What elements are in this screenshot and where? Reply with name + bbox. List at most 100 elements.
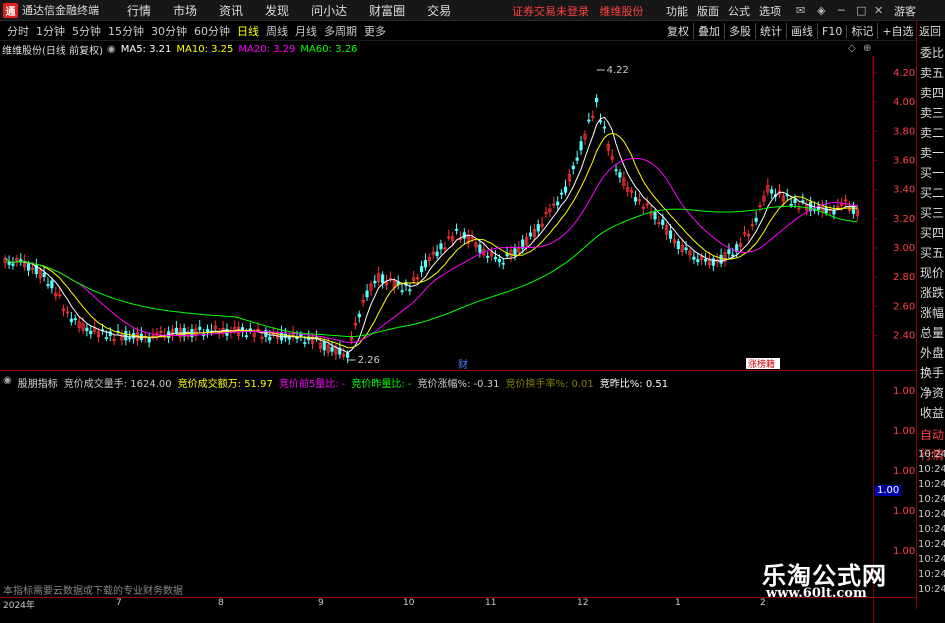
period-more[interactable]: 更多 <box>364 23 386 39</box>
date-label: 1 <box>675 598 681 608</box>
menu-discover[interactable]: 发现 <box>265 2 289 19</box>
settings-icon[interactable]: ◉ <box>107 44 116 55</box>
period-60min[interactable]: 60分钟 <box>194 23 230 39</box>
date-label: 11 <box>485 598 497 608</box>
candle-body <box>69 318 73 323</box>
candle-body <box>692 256 696 260</box>
candle-body <box>478 244 482 253</box>
menu-function[interactable]: 功能 <box>666 3 688 19</box>
period-tick[interactable]: 分时 <box>7 23 29 39</box>
candle-body <box>661 219 665 225</box>
candle-body <box>439 243 443 250</box>
candle-body <box>7 261 11 265</box>
login-warning[interactable]: 证券交易未登录 维维股份 <box>512 3 644 19</box>
tool-add-watch[interactable]: +自选 <box>878 23 919 39</box>
chart-title[interactable]: 维维股份(日线 前复权) <box>2 42 103 57</box>
candle-body <box>42 272 46 278</box>
mail-icon[interactable]: ✉ <box>796 4 805 17</box>
side-outer: 外盘 <box>920 346 945 360</box>
tool-fuquan[interactable]: 复权 <box>663 23 694 39</box>
menu-news[interactable]: 资讯 <box>219 2 243 19</box>
period-week[interactable]: 周线 <box>266 23 288 39</box>
tool-stats[interactable]: 统计 <box>756 23 787 39</box>
menu-options[interactable]: 选项 <box>759 3 781 19</box>
candle-body <box>244 335 249 338</box>
back-button[interactable]: 返回 <box>919 23 941 39</box>
ma5-label: MA5: 3.21 <box>120 43 172 55</box>
candle-body <box>330 347 334 352</box>
candle-body <box>560 192 564 195</box>
candle-body <box>731 254 735 257</box>
indicator-settings-icon[interactable]: ◉ <box>3 375 12 390</box>
side-weibi: 委比 <box>920 46 945 60</box>
indicator-header: ◉ 股朋指标 竞价成交量手: 1624.00 竞价成交额万: 51.97 竞价前… <box>3 375 674 390</box>
minimize-icon[interactable]: ─ <box>838 4 845 17</box>
date-label: 12 <box>577 598 589 608</box>
menu-market[interactable]: 行情 <box>127 2 151 19</box>
time-item: 10:24 <box>918 479 945 490</box>
menu-market2[interactable]: 市场 <box>173 2 197 19</box>
candle-body <box>26 264 31 271</box>
candle-body <box>454 228 459 231</box>
tool-multi[interactable]: 多股 <box>725 23 756 39</box>
zoom-icon[interactable]: ⊕ <box>863 43 871 54</box>
candle-body <box>104 337 108 339</box>
candle-body <box>770 189 774 194</box>
ma20-label: MA20: 3.29 <box>238 43 296 55</box>
period-month[interactable]: 月线 <box>295 23 317 39</box>
candle-body <box>563 186 568 193</box>
menu-wealth[interactable]: 财富圈 <box>369 2 405 19</box>
candle-body <box>322 341 326 351</box>
side-pct: 涨幅 <box>920 306 945 320</box>
period-multi[interactable]: 多周期 <box>324 23 357 39</box>
maximize-icon[interactable]: □ <box>856 4 866 17</box>
side-volume: 总量 <box>920 326 945 340</box>
menu-trade[interactable]: 交易 <box>427 2 451 19</box>
candle-body <box>128 337 132 340</box>
date-label: 10 <box>403 598 415 608</box>
price-tick-label: 2.60 <box>893 301 915 312</box>
ma60-label: MA60: 3.26 <box>300 43 358 55</box>
side-auto[interactable]: 自动 <box>920 427 945 443</box>
skin-icon[interactable]: ◈ <box>817 4 825 17</box>
candle-body <box>536 224 540 232</box>
candle-body <box>513 248 517 256</box>
indicator-name[interactable]: 股朋指标 <box>18 375 58 390</box>
menu-layout[interactable]: 版面 <box>697 3 719 19</box>
period-15min[interactable]: 15分钟 <box>108 23 144 39</box>
kline-chart[interactable]: 4.20 4.00 3.80 3.60 3.40 3.20 3.00 2.80 2.60 2.40… <box>0 56 916 370</box>
side-buy2: 买二 <box>920 186 945 200</box>
candle-body <box>653 212 657 220</box>
ind-axis-value: 1.00 <box>893 506 916 517</box>
candle-body <box>528 232 533 237</box>
candle-body <box>435 251 439 257</box>
candle-body <box>501 262 505 265</box>
ma10-line <box>4 132 858 349</box>
tool-f10[interactable]: F10 <box>818 24 848 38</box>
side-price: 现价 <box>920 266 945 280</box>
side-sell5: 卖五 <box>920 66 945 80</box>
tool-draw[interactable]: 画线 <box>787 23 818 39</box>
app-logo-icon: 通 <box>3 2 18 18</box>
menu-formula[interactable]: 公式 <box>728 3 750 19</box>
period-1min[interactable]: 1分钟 <box>36 23 65 39</box>
candle-body <box>198 326 202 330</box>
period-day[interactable]: 日线 <box>237 23 259 39</box>
candle-body <box>793 198 797 203</box>
tool-overlay[interactable]: 叠加 <box>694 23 725 39</box>
candle-body <box>579 141 583 151</box>
period-5min[interactable]: 5分钟 <box>72 23 101 39</box>
close-icon[interactable]: ✕ <box>874 4 883 17</box>
diamond-icon[interactable]: ◇ <box>848 43 856 54</box>
candle-body <box>248 328 252 331</box>
candle-body <box>595 97 599 103</box>
tool-mark[interactable]: 标记 <box>847 23 879 39</box>
candle-body <box>419 266 424 273</box>
period-30min[interactable]: 30分钟 <box>151 23 187 39</box>
ma60-line <box>4 205 858 338</box>
candle-body <box>147 337 151 343</box>
ind-axis-value: 1.00 <box>893 426 916 437</box>
candle-body <box>408 289 412 292</box>
guest-label[interactable]: 游客 <box>894 3 916 19</box>
menu-ask[interactable]: 问小达 <box>311 2 347 19</box>
